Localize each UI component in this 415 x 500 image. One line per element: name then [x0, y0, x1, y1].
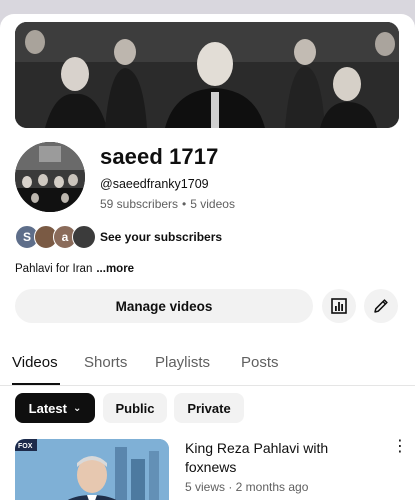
tab-shorts[interactable]: Shorts: [84, 354, 127, 371]
latest-label: Latest: [28, 400, 67, 416]
pencil-icon: [374, 299, 388, 313]
active-tab-indicator: [12, 383, 60, 385]
more-link[interactable]: ...more: [96, 263, 134, 275]
edit-channel-button[interactable]: [364, 289, 398, 323]
video-title[interactable]: King Reza Pahlavi with foxnews: [185, 439, 375, 477]
analytics-button[interactable]: [322, 289, 356, 323]
channel-handle: @saeedfranky1709: [100, 177, 209, 191]
video-count: 5 videos: [190, 197, 235, 211]
channel-page: saeed 1717 @saeedfranky1709 59 subscribe…: [0, 14, 415, 500]
manage-videos-button[interactable]: Manage videos: [15, 289, 313, 323]
more-vert-icon[interactable]: ⋮: [392, 439, 408, 455]
latest-filter-chip[interactable]: Latest ⌄: [15, 393, 95, 423]
subscriber-count: 59 subscribers: [100, 197, 179, 211]
stats-separator: •: [182, 197, 187, 211]
public-filter-chip[interactable]: Public: [103, 393, 167, 423]
subscriber-avatar: [72, 225, 96, 249]
channel-name: saeed 1717: [100, 144, 219, 169]
tab-playlists[interactable]: Playlists: [155, 354, 210, 371]
description-text: Pahlavi for Iran: [15, 263, 93, 275]
channel-description[interactable]: Pahlavi for Iran ...more: [15, 263, 134, 275]
fox-logo: FOX: [18, 443, 33, 450]
channel-tabs: Videos Shorts Playlists Posts: [0, 349, 415, 386]
private-filter-chip[interactable]: Private: [174, 393, 244, 423]
bar-chart-icon: [331, 298, 347, 314]
channel-avatar[interactable]: [15, 142, 85, 212]
tab-videos[interactable]: Videos: [12, 354, 58, 371]
video-thumbnail[interactable]: FOX: [15, 439, 169, 500]
channel-stats: 59 subscribers • 5 videos: [100, 197, 235, 211]
see-subscribers-link[interactable]: See your subscribers: [100, 230, 222, 244]
chevron-down-icon: ⌄: [72, 402, 82, 414]
video-meta: 5 views · 2 months ago: [185, 480, 309, 494]
channel-banner: [15, 22, 399, 128]
tab-posts[interactable]: Posts: [241, 354, 279, 371]
